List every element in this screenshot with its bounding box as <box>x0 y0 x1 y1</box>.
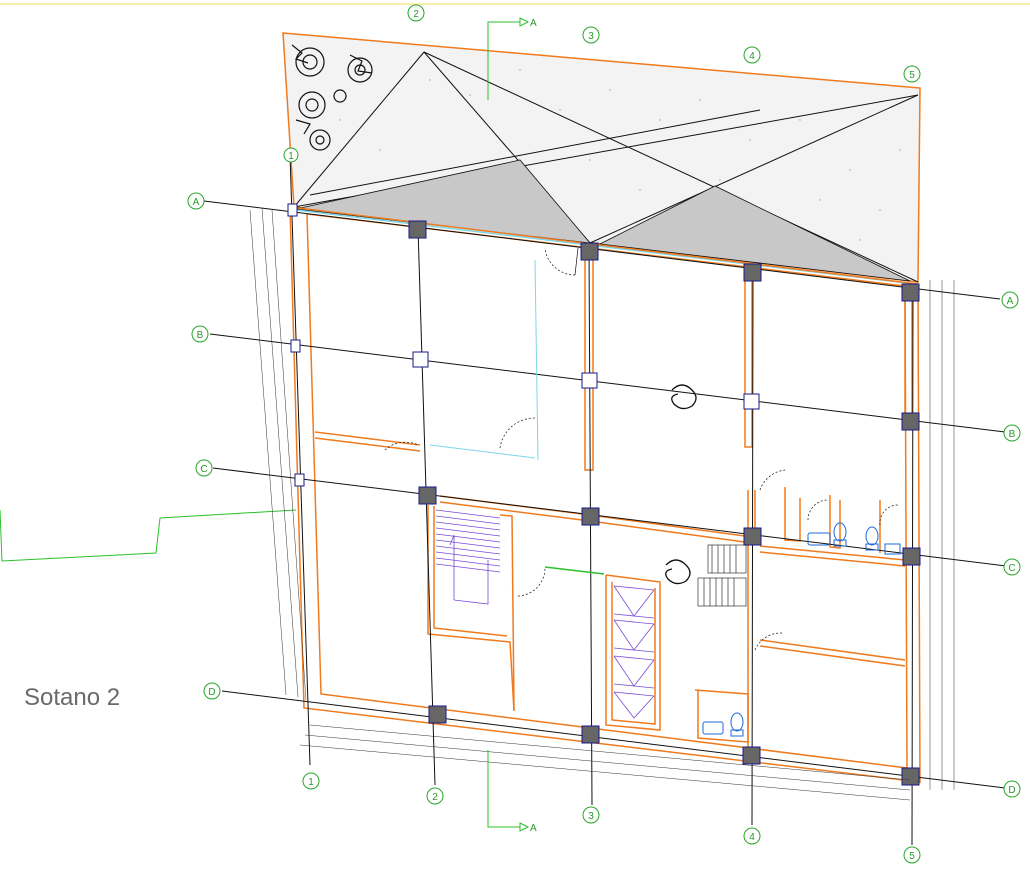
section-label-top: A <box>530 18 537 29</box>
svg-text:1: 1 <box>308 777 314 788</box>
svg-text:A: A <box>1007 296 1014 307</box>
structural-columns <box>287 203 921 786</box>
seating <box>697 544 747 607</box>
axis-bubble-row-a-right: A <box>1001 291 1019 309</box>
glass-partition-2 <box>429 444 536 459</box>
axis-bubble-col-2-bottom: 2 <box>426 787 444 805</box>
svg-text:1: 1 <box>288 151 294 162</box>
axis-bubble-row-d-right: D <box>1003 780 1021 798</box>
building-walls <box>289 206 921 783</box>
svg-text:A: A <box>193 197 200 208</box>
grid-line-row-b <box>209 333 1006 433</box>
axis-bubble-col-1-bottom: 1 <box>302 772 320 790</box>
axis-bubble-row-d-left: D <box>203 682 221 700</box>
landscape-area <box>282 32 921 285</box>
svg-text:D: D <box>1008 785 1015 796</box>
floor-plan-drawing: A A 2 3 4 5 1 1 2 3 4 5 A B C D A B C D <box>0 3 1030 864</box>
section-label-bottom: A <box>530 823 537 834</box>
svg-text:3: 3 <box>588 811 594 822</box>
svg-text:2: 2 <box>413 9 419 20</box>
svg-text:C: C <box>1008 563 1015 574</box>
grid-line-col-3 <box>588 249 593 806</box>
svg-text:5: 5 <box>909 851 915 862</box>
axis-bubble-col-5-top: 5 <box>903 65 921 83</box>
svg-text:4: 4 <box>749 51 755 62</box>
axis-bubble-col-5-bottom: 5 <box>903 846 921 864</box>
grid-line-col-1 <box>289 154 311 766</box>
sheet-title: Sotano 2 <box>24 684 121 711</box>
axis-bubble-row-c-left: C <box>195 459 213 477</box>
svg-text:3: 3 <box>588 31 594 42</box>
dimension-lines <box>249 207 955 801</box>
axis-bubble-col-3-top: 3 <box>582 26 600 44</box>
site-boundary <box>0 509 297 562</box>
svg-text:2: 2 <box>432 792 438 803</box>
floor-plan-canvas: A A 2 3 4 5 1 1 2 3 4 5 A B C D A B C D … <box>0 0 1030 869</box>
threshold <box>544 566 605 575</box>
axis-bubble-col-1-top: 1 <box>283 147 299 163</box>
svg-text:B: B <box>1009 429 1016 440</box>
axis-bubble-col-2-top: 2 <box>407 4 425 22</box>
svg-text:5: 5 <box>909 70 915 81</box>
vehicle-symbol <box>665 384 697 585</box>
axis-bubble-col-3-bottom: 3 <box>582 806 600 824</box>
svg-text:B: B <box>197 330 204 341</box>
axis-bubble-col-4-bottom: 4 <box>743 827 761 845</box>
toilet-fixtures <box>702 522 901 737</box>
svg-text:4: 4 <box>749 832 755 843</box>
axis-bubble-row-c-right: C <box>1003 558 1021 576</box>
svg-text:D: D <box>208 687 215 698</box>
closets <box>613 585 655 719</box>
grid-line-row-c <box>212 467 1007 567</box>
glass-partition <box>534 259 539 461</box>
staircase <box>435 509 501 605</box>
axis-bubble-row-b-left: B <box>191 325 209 343</box>
axis-bubble-row-a-left: A <box>187 192 205 210</box>
axis-bubble-row-b-right: B <box>1003 424 1021 442</box>
axis-bubble-col-4-top: 4 <box>743 46 761 64</box>
grid-line-col-2 <box>417 227 436 786</box>
svg-text:C: C <box>200 464 207 475</box>
